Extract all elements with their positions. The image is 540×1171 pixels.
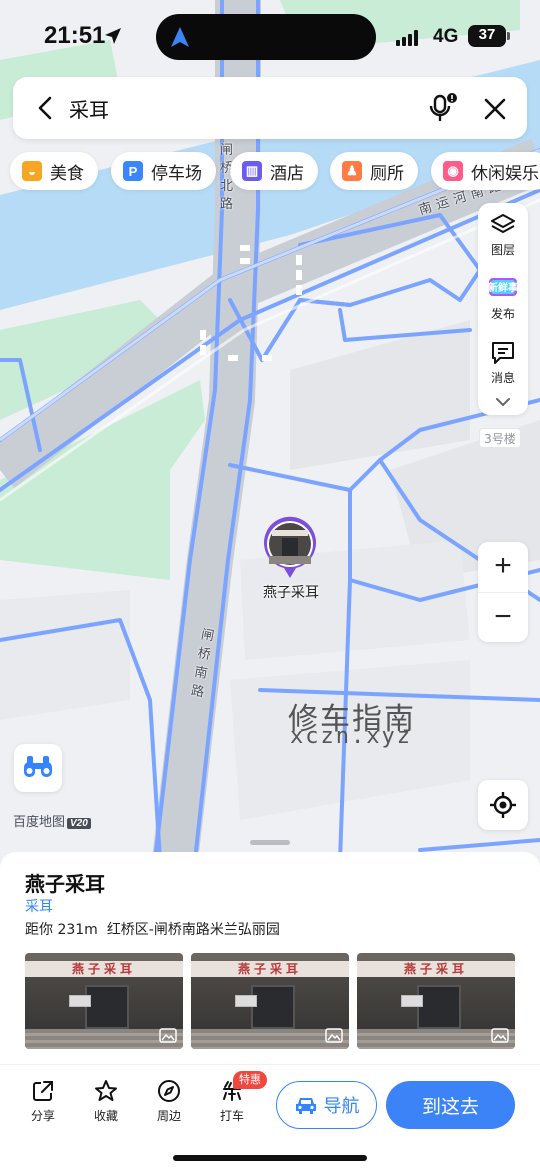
building-tag: 3号楼 (479, 428, 521, 448)
publish-label: 发布 (490, 307, 515, 321)
taxi-label: 打车 (219, 1109, 244, 1123)
food-icon: ◒ (22, 161, 42, 181)
place-category[interactable]: 采耳 (25, 896, 53, 916)
gallery-icon (325, 1028, 343, 1043)
navigate-button[interactable]: 导航 (276, 1081, 377, 1129)
chip-label: 停车场 (151, 163, 202, 184)
messages-button[interactable]: 消息 (478, 331, 528, 395)
location-arrow-icon (105, 28, 121, 44)
place-info: 距你 231m 红桥区-闸桥南路米兰弘丽园 (25, 919, 280, 939)
compass-icon (158, 1080, 180, 1102)
chevron-down-icon[interactable] (493, 395, 513, 409)
chip-food[interactable]: ◒ 美食 (10, 152, 98, 190)
gallery-icon (491, 1028, 509, 1043)
place-photo[interactable]: 燕子采耳 (357, 953, 515, 1049)
place-distance: 距你 231m (25, 922, 98, 938)
svg-text:新鲜事: 新鲜事 (488, 281, 518, 294)
chip-parking[interactable]: P 停车场 (111, 152, 216, 190)
poi-marker[interactable] (262, 516, 318, 580)
go-here-label: 到这去 (421, 1095, 479, 1118)
back-icon[interactable] (33, 95, 59, 121)
messages-label: 消息 (490, 371, 515, 385)
place-photo[interactable]: 燕子采耳 (25, 953, 183, 1049)
chip-toilet[interactable]: ♟ 厕所 (330, 152, 418, 190)
gallery-icon (159, 1028, 177, 1043)
search-bar[interactable]: 采耳 (13, 77, 527, 139)
place-detail-sheet[interactable]: 燕子采耳 采耳 距你 231m 红桥区-闸桥南路米兰弘丽园 燕子采耳 燕子采耳 燕… (0, 840, 540, 1171)
category-chips: ◒ 美食 P 停车场 ▥ 酒店 ♟ 厕所 ◉ 休闲娱乐 (10, 152, 540, 190)
layers-icon (491, 214, 515, 233)
share-button[interactable]: 分享 (18, 1079, 68, 1124)
microphone-icon[interactable] (427, 93, 459, 123)
navigate-label: 导航 (323, 1096, 360, 1117)
layers-label: 图层 (490, 243, 515, 257)
network-type: 4G (433, 26, 459, 47)
home-indicator (173, 1155, 367, 1161)
hotel-icon: ▥ (242, 161, 262, 181)
chip-label: 休闲娱乐 (471, 163, 539, 184)
parking-icon: P (123, 161, 143, 181)
watermark-url: xczn.xyz (290, 724, 412, 749)
crosshair-icon (490, 792, 516, 818)
place-photos: 燕子采耳 燕子采耳 燕子采耳 (25, 953, 525, 1049)
status-time: 21:51 (44, 22, 106, 49)
place-photo[interactable]: 燕子采耳 (191, 953, 349, 1049)
signal-icon (396, 30, 418, 46)
publish-button[interactable]: 新鲜事 发布 (478, 267, 528, 331)
go-here-button[interactable]: 到这去 (386, 1081, 515, 1129)
nearby-button[interactable]: 周边 (144, 1079, 194, 1124)
status-bar: 21:51 4G 37 (0, 0, 540, 72)
message-icon (492, 342, 514, 364)
share-icon (33, 1081, 53, 1101)
chip-entertainment[interactable]: ◉ 休闲娱乐 (431, 152, 540, 190)
star-icon (95, 1080, 117, 1101)
chip-label: 厕所 (370, 163, 404, 184)
favorite-label: 收藏 (93, 1109, 118, 1123)
sheet-drag-handle[interactable] (250, 840, 290, 845)
action-bar: 分享 收藏 周边 打车 特惠 导航 到这去 (0, 1064, 540, 1136)
taxi-promo-badge: 特惠 (233, 1071, 267, 1089)
battery-level: 37 (478, 26, 496, 43)
battery-icon: 37 (468, 25, 506, 47)
car-icon (295, 1098, 316, 1114)
navigation-arrow-icon (171, 27, 189, 47)
locate-button[interactable] (478, 780, 528, 830)
toilet-icon: ♟ (342, 161, 362, 181)
chip-hotel[interactable]: ▥ 酒店 (230, 152, 318, 190)
chip-label: 酒店 (270, 163, 304, 184)
place-name[interactable]: 燕子采耳 (25, 868, 105, 897)
close-icon[interactable] (481, 95, 509, 123)
binoculars-icon (24, 756, 52, 777)
entertainment-icon: ◉ (443, 161, 463, 181)
zoom-out-button[interactable]: − (478, 592, 528, 642)
zoom-in-button[interactable]: + (478, 542, 528, 592)
fresh-news-icon: 新鲜事 (488, 278, 518, 296)
search-input[interactable]: 采耳 (69, 94, 109, 123)
favorite-button[interactable]: 收藏 (81, 1079, 131, 1124)
nearby-label: 周边 (156, 1109, 181, 1123)
share-label: 分享 (30, 1109, 55, 1123)
poi-label: 燕子采耳 (263, 585, 319, 601)
map-tools-panel: 图层 新鲜事 发布 消息 (478, 203, 528, 415)
layers-button[interactable]: 图层 (478, 203, 528, 267)
battery-nub (507, 32, 510, 40)
chip-label: 美食 (50, 163, 84, 184)
street-view-button[interactable] (14, 744, 62, 792)
place-address: 红桥区-闸桥南路米兰弘丽园 (106, 922, 280, 938)
zoom-controls: + − (478, 542, 528, 642)
map-logo: 百度地图 V20 (13, 811, 91, 830)
